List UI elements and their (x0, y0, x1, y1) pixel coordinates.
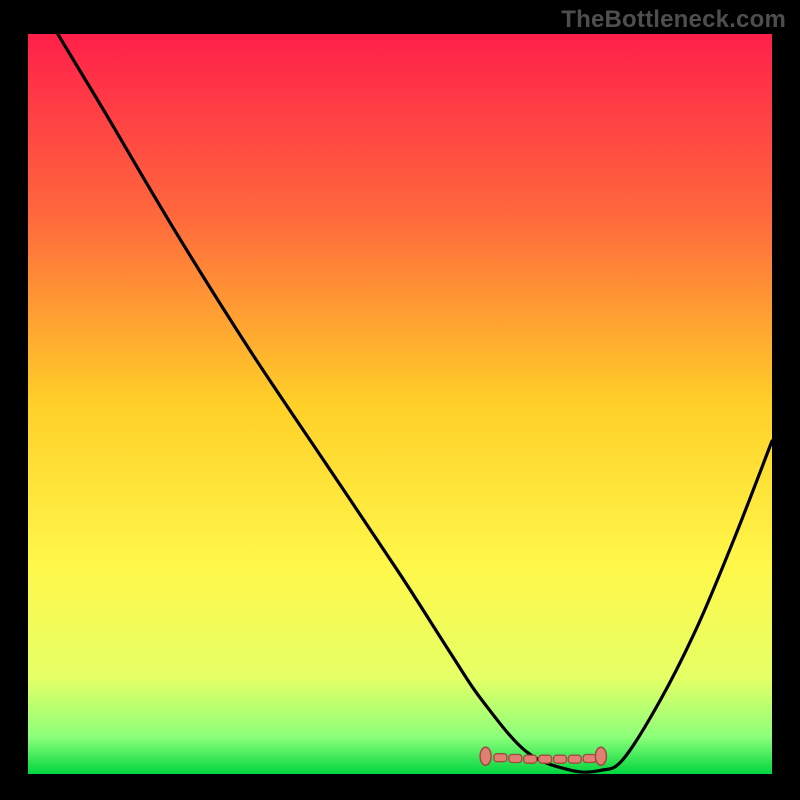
marker-dash (524, 755, 537, 763)
marker-dash (509, 755, 522, 763)
marker-dash (554, 755, 567, 763)
gradient-backdrop (28, 34, 772, 774)
plot-area (28, 34, 772, 774)
watermark-text: TheBottleneck.com (561, 6, 786, 34)
chart-svg (28, 34, 772, 774)
marker-dot (480, 747, 491, 765)
marker-dash (539, 755, 552, 763)
marker-dash (494, 754, 507, 762)
marker-dash (568, 755, 581, 763)
marker-dash (583, 755, 596, 763)
marker-dot (595, 747, 606, 765)
chart-frame: TheBottleneck.com (0, 0, 800, 800)
